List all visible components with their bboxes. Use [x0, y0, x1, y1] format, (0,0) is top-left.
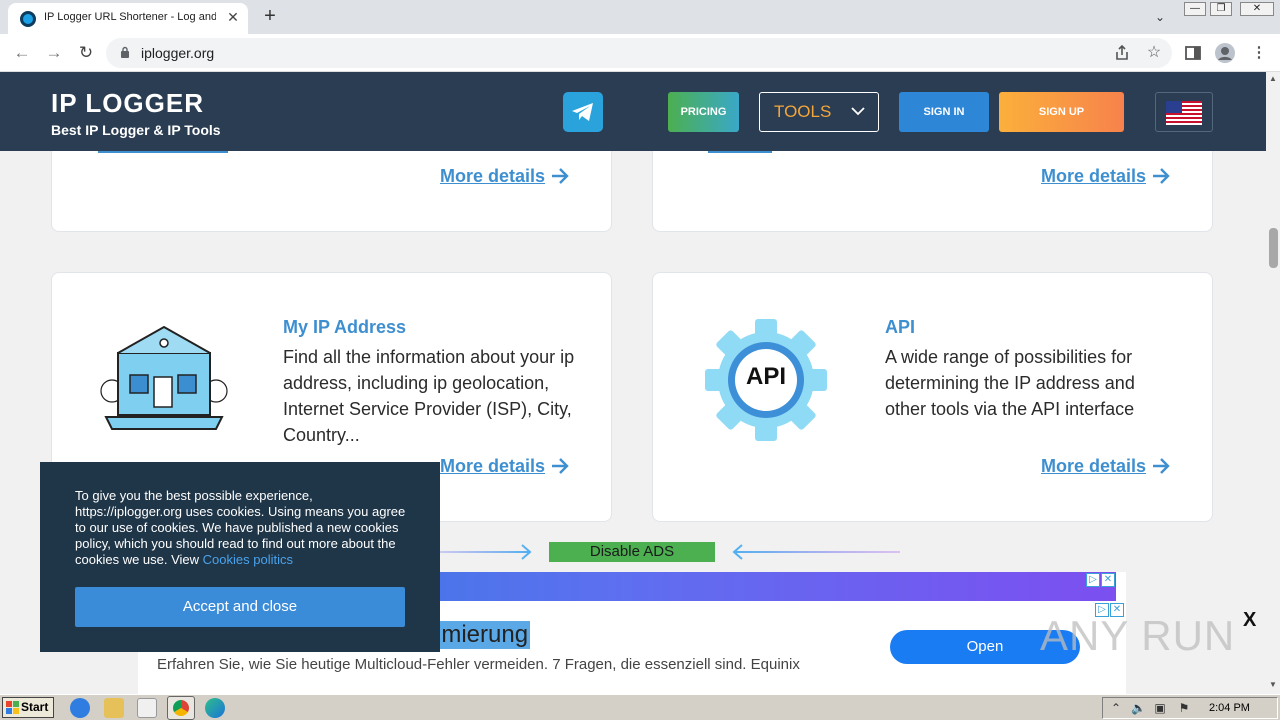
start-button[interactable]: Start [2, 697, 54, 718]
media-player-icon[interactable] [137, 698, 157, 718]
card-description: Find all the information about your ip a… [283, 347, 575, 445]
more-details-link[interactable]: More details [440, 166, 545, 187]
site-tagline: Best IP Logger & IP Tools [51, 122, 221, 138]
site-favicon-icon [20, 11, 36, 27]
tab-search-button[interactable]: ⌄ [1150, 7, 1170, 27]
arrow-right-icon [552, 458, 569, 474]
language-selector[interactable] [1155, 92, 1213, 132]
sign-up-button[interactable]: SIGN UP [999, 92, 1124, 132]
windows-taskbar: Start ⌃ 🔈 ▣ ⚑ 2:04 PM [0, 694, 1280, 720]
browser-tab[interactable]: IP Logger URL Shortener - Log and T ✕ [8, 3, 248, 34]
page-scrollbar[interactable]: ▲ ▼ [1266, 72, 1280, 694]
page-viewport: More details More details My IP Address … [0, 72, 1266, 694]
decorative-arrow-left [732, 544, 900, 560]
site-header: IP LOGGER Best IP Logger & IP Tools PRIC… [0, 72, 1266, 151]
scroll-up-icon[interactable]: ▲ [1269, 74, 1277, 83]
house-laptop-illustration [100, 325, 228, 430]
chevron-down-icon [851, 107, 865, 116]
taskbar-clock[interactable]: 2:04 PM [1209, 702, 1250, 714]
network-icon[interactable]: ▣ [1153, 701, 1167, 715]
side-panel-icon[interactable] [1182, 42, 1204, 64]
restore-button[interactable]: ❐ [1210, 2, 1232, 16]
cookie-consent-popup: To give you the best possible experience… [40, 462, 440, 652]
cookies-policy-link[interactable]: Cookies politics [203, 552, 293, 567]
more-details-link[interactable]: More details [1041, 456, 1146, 477]
back-button[interactable]: ← [10, 42, 34, 64]
arrow-right-icon [1153, 458, 1170, 474]
browser-tab-strip: IP Logger URL Shortener - Log and T ✕ + … [0, 0, 1280, 34]
ad-text[interactable]: Erfahren Sie, wie Sie heutige Multicloud… [157, 656, 800, 673]
action-center-flag-icon[interactable]: ⚑ [1177, 701, 1191, 715]
file-explorer-icon[interactable] [104, 698, 124, 718]
volume-icon[interactable]: 🔈 [1131, 701, 1146, 715]
reload-button[interactable]: ↻ [74, 42, 98, 64]
ad-close-icon[interactable]: ✕ [1101, 573, 1115, 587]
ad-headline[interactable]: imierung [434, 621, 531, 649]
tray-expand-icon[interactable]: ⌃ [1109, 701, 1123, 715]
anyrun-watermark: ANY RUN [1040, 612, 1236, 659]
arrow-right-icon [1153, 168, 1170, 184]
scrollbar-thumb[interactable] [1269, 228, 1278, 268]
tab-title: IP Logger URL Shortener - Log and T [44, 11, 216, 23]
profile-avatar-icon[interactable] [1214, 42, 1236, 64]
minimize-button[interactable]: — [1184, 2, 1206, 16]
edge-icon[interactable] [205, 698, 225, 718]
card-link-underline [98, 151, 228, 153]
pricing-button[interactable]: PRICING [668, 92, 739, 132]
windows-logo-icon [6, 701, 19, 714]
more-details-link[interactable]: More details [440, 456, 545, 477]
new-tab-button[interactable]: + [258, 4, 282, 28]
card-description: A wide range of possibilities for determ… [885, 347, 1135, 419]
site-logo[interactable]: IP LOGGER [51, 88, 204, 119]
ad-dismiss-button[interactable]: X [1243, 610, 1259, 630]
card-link-underline [708, 151, 772, 153]
card-title[interactable]: My IP Address [283, 317, 406, 338]
chrome-icon [173, 700, 189, 716]
address-bar[interactable]: iplogger.org ☆ [106, 38, 1172, 68]
card-title[interactable]: API [885, 317, 915, 338]
arrow-right-icon [552, 168, 569, 184]
close-window-button[interactable]: ✕ [1240, 2, 1274, 16]
tool-card-api[interactable]: API API A wide range of possibilities fo… [652, 272, 1213, 522]
lock-icon [121, 46, 129, 58]
bookmark-star-icon[interactable]: ☆ [1144, 43, 1164, 63]
us-flag-icon [1166, 101, 1202, 125]
telegram-button[interactable] [563, 92, 603, 132]
share-icon[interactable] [1112, 43, 1132, 63]
browser-menu-icon[interactable]: ⋮ [1248, 42, 1270, 64]
scroll-down-icon[interactable]: ▼ [1269, 680, 1277, 689]
sign-in-button[interactable]: SIGN IN [899, 92, 989, 132]
system-tray: ⌃ 🔈 ▣ ⚑ 2:04 PM [1102, 697, 1278, 719]
browser-toolbar: ← → ↻ iplogger.org ☆ ⋮ [0, 34, 1280, 72]
tools-dropdown[interactable]: TOOLS [759, 92, 879, 132]
start-label: Start [21, 700, 49, 714]
telegram-icon [572, 103, 593, 121]
cookie-message: To give you the best possible experience… [75, 488, 415, 568]
api-icon-label: API [745, 363, 786, 390]
accept-cookies-button[interactable]: Accept and close [75, 587, 405, 627]
forward-button[interactable]: → [42, 42, 66, 64]
chrome-taskbar-button[interactable] [167, 696, 195, 720]
internet-explorer-icon[interactable] [70, 698, 90, 718]
url-text[interactable]: iplogger.org [141, 45, 214, 61]
tab-close-icon[interactable]: ✕ [224, 8, 242, 26]
more-details-link[interactable]: More details [1041, 166, 1146, 187]
tools-label: TOOLS [774, 102, 832, 121]
adchoices-icon[interactable]: ▷ [1086, 573, 1100, 587]
disable-ads-button[interactable]: Disable ADS [549, 542, 715, 562]
